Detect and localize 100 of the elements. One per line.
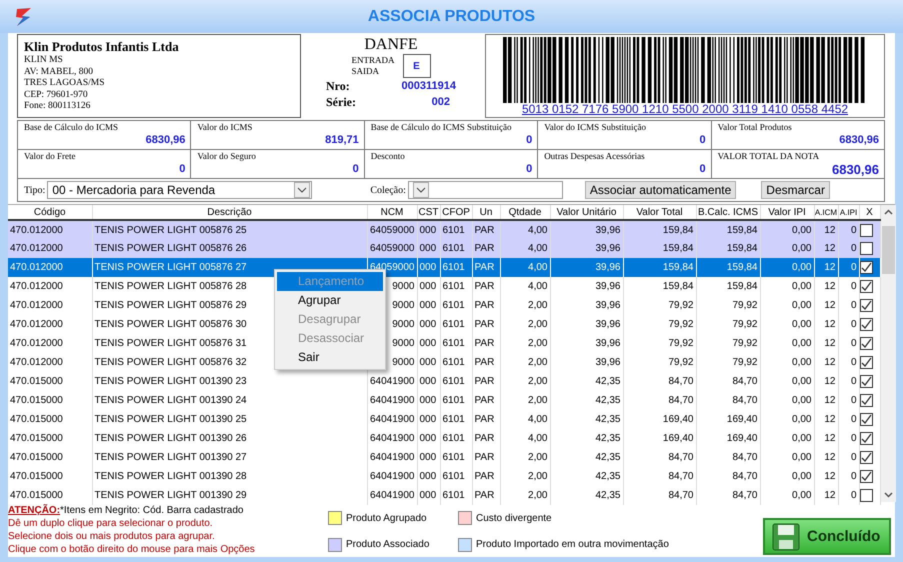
table-cell: 470.015000 — [8, 372, 92, 391]
checkbox[interactable] — [860, 337, 872, 350]
table-cell: 0 — [838, 372, 859, 391]
table-cell: TENIS POWER LIGHT 001390 25 — [92, 410, 367, 429]
table-cell: 42,35 — [550, 448, 623, 467]
company-info: CEP: 79601-970 — [24, 90, 89, 101]
series-label: Série: — [326, 94, 356, 110]
total-label: Valor do Frete — [24, 151, 76, 162]
table-cell: 64059000 — [367, 220, 417, 239]
total-label: Outras Despesas Acessórias — [544, 151, 646, 162]
table-cell: PAR — [472, 334, 500, 353]
table-cell: 470.012000 — [8, 220, 92, 239]
total-value: 6830,96 — [144, 133, 186, 147]
table-cell: 6101 — [440, 391, 472, 410]
table-cell: 169,40 — [696, 410, 760, 429]
type-dropdown[interactable]: 00 - Mercadoria para Revenda — [47, 181, 312, 199]
table-cell: 2,00 — [500, 391, 550, 410]
hint-text: Selecione dois ou mais produtos para agrupar. — [8, 530, 216, 543]
table-cell: 6101 — [440, 429, 472, 448]
auto-associate-button[interactable]: Associar automaticamente — [584, 181, 736, 199]
table-cell: 6101 — [440, 258, 472, 277]
table-cell: 0,00 — [760, 372, 814, 391]
checkbox[interactable] — [860, 413, 872, 426]
table-cell: 42,35 — [550, 429, 623, 448]
table-cell: 0,00 — [760, 410, 814, 429]
table-cell: 000 — [417, 220, 440, 239]
legend-label: Produto Associado — [346, 539, 430, 550]
table-cell: PAR — [472, 239, 500, 258]
table-cell: 2,00 — [500, 296, 550, 315]
table-cell: 0 — [838, 410, 859, 429]
clear-button[interactable]: Desmarcar — [761, 181, 830, 199]
checkbox[interactable] — [860, 356, 872, 369]
checkbox[interactable] — [860, 489, 872, 502]
barcode-number[interactable]: 5013 0152 7176 5900 1210 5500 2000 3119 1410 0558 4452 — [522, 103, 848, 116]
table-cell: 6101 — [440, 315, 472, 334]
table-cell: PAR — [472, 391, 500, 410]
table-cell: TENIS POWER LIGHT 001390 24 — [92, 391, 367, 410]
table-cell: 000 — [417, 258, 440, 277]
table-cell: 470.012000 — [8, 277, 92, 296]
table-cell: 0,00 — [760, 391, 814, 410]
table-cell: PAR — [472, 277, 500, 296]
scrollbar-track[interactable] — [880, 205, 896, 502]
table-cell: 64041900 — [367, 391, 417, 410]
table-cell: 0 — [838, 486, 859, 505]
table-cell: 6101 — [440, 334, 472, 353]
table-cell: 6101 — [440, 296, 472, 315]
table-cell: 000 — [417, 372, 440, 391]
done-button[interactable]: Concluído — [763, 518, 891, 555]
total-label: Valor do Seguro — [197, 151, 257, 162]
table-cell: 84,70 — [696, 467, 760, 486]
company-info: Fone: 800113126 — [24, 101, 92, 112]
checkbox[interactable] — [860, 318, 872, 331]
table-cell: PAR — [472, 258, 500, 277]
checkbox[interactable] — [860, 394, 872, 407]
table-cell: PAR — [472, 372, 500, 391]
table-cell: 4,00 — [500, 277, 550, 296]
checkbox[interactable] — [860, 470, 872, 483]
checkbox[interactable] — [860, 280, 872, 293]
exit-label: SAIDA — [352, 66, 380, 77]
total-label: Desconto — [370, 151, 406, 162]
table-cell: 0 — [838, 391, 859, 410]
table-cell: 42,35 — [550, 486, 623, 505]
table-cell: 39,96 — [550, 258, 623, 277]
collection-label: Coleção: — [370, 184, 406, 196]
table-cell: 0 — [838, 448, 859, 467]
checkbox[interactable] — [860, 242, 872, 255]
checkbox[interactable] — [860, 432, 872, 445]
table-cell: 64041900 — [367, 467, 417, 486]
checkbox[interactable] — [860, 299, 872, 312]
danfe-title: DANFE — [364, 36, 418, 54]
table-cell: 0 — [838, 296, 859, 315]
table-cell: PAR — [472, 448, 500, 467]
table-cell: 12 — [814, 239, 838, 258]
table-cell: 6101 — [440, 448, 472, 467]
attention-label: ATENÇÃO: — [8, 505, 60, 516]
table-cell: 0,00 — [760, 429, 814, 448]
table-cell: 6101 — [440, 277, 472, 296]
type-value: E — [402, 54, 430, 78]
table-cell: PAR — [472, 429, 500, 448]
collection-dropdown[interactable] — [408, 181, 563, 199]
table-cell: 000 — [417, 353, 440, 372]
scrollbar-thumb[interactable] — [882, 226, 894, 274]
table-cell: 12 — [814, 277, 838, 296]
table-cell: 84,70 — [623, 486, 696, 505]
table-cell: 84,70 — [623, 467, 696, 486]
checkbox[interactable] — [860, 451, 872, 464]
checkbox[interactable] — [860, 375, 872, 388]
table-cell: PAR — [472, 410, 500, 429]
table-cell: 000 — [417, 410, 440, 429]
table-cell: 470.015000 — [8, 486, 92, 505]
total-value: 0 — [352, 162, 359, 176]
legend-label: Produto Agrupado — [346, 512, 427, 524]
table-cell: 79,92 — [623, 296, 696, 315]
table-cell: 000 — [417, 334, 440, 353]
checkbox[interactable] — [860, 224, 872, 236]
company-info: TRES LAGOAS/MS — [24, 78, 106, 90]
checkbox[interactable] — [860, 261, 872, 274]
type-label: Tipo: — [24, 184, 46, 196]
table-cell: 12 — [814, 448, 838, 467]
table-cell: 2,00 — [500, 467, 550, 486]
